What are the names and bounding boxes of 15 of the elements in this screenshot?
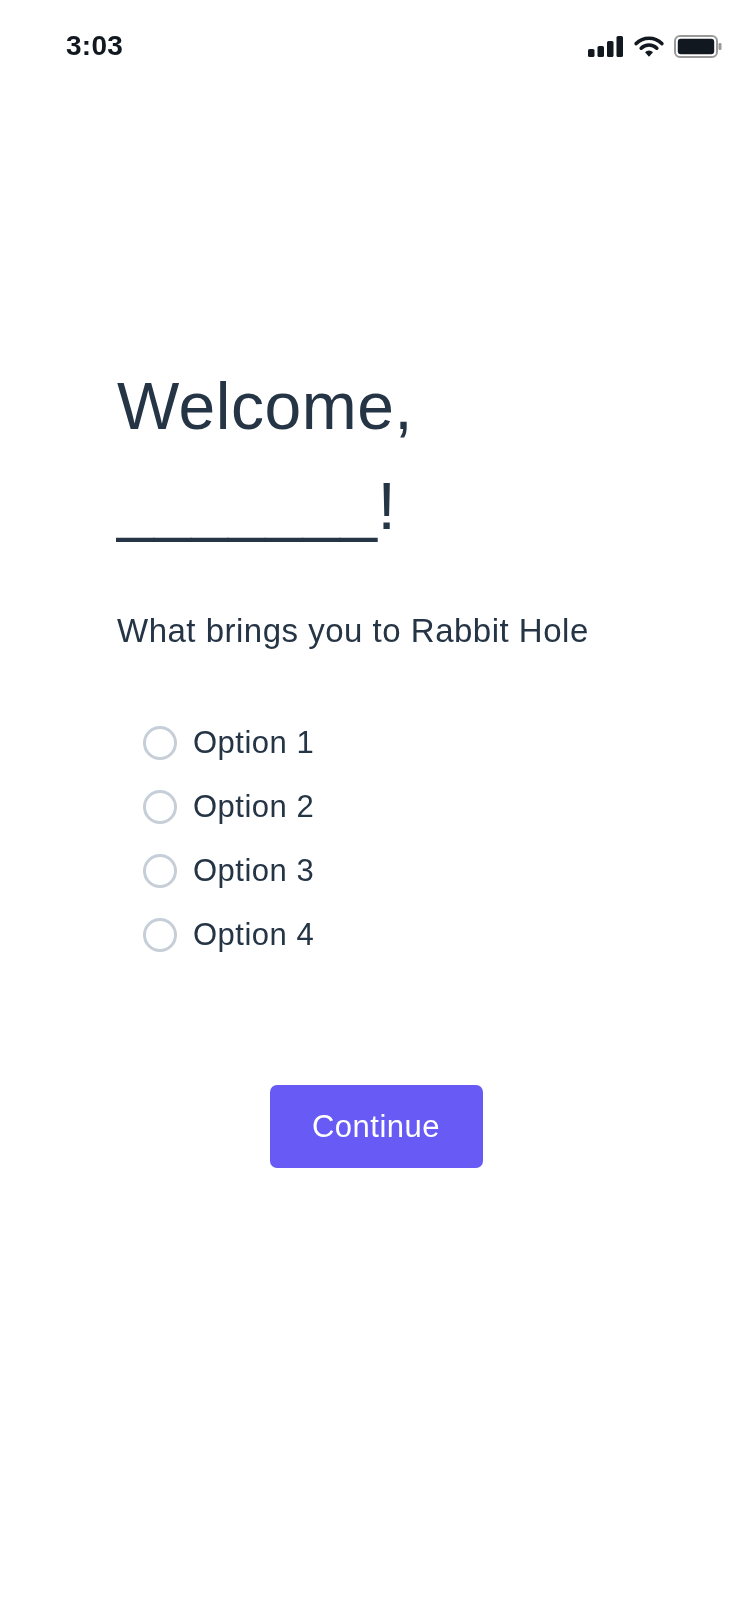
battery-icon <box>674 34 722 58</box>
option-label[interactable]: Option 3 <box>193 851 315 891</box>
radio-button[interactable] <box>143 726 177 760</box>
question-text: What brings you to Rabbit Hole <box>117 611 589 651</box>
status-time: 3:03 <box>66 30 124 62</box>
option-label[interactable]: Option 4 <box>193 915 315 955</box>
radio-button[interactable] <box>143 918 177 952</box>
option-label[interactable]: Option 1 <box>193 723 315 763</box>
option-label[interactable]: Option 2 <box>193 787 315 827</box>
radio-button[interactable] <box>143 790 177 824</box>
radio-button[interactable] <box>143 854 177 888</box>
welcome-heading: Welcome, _______! <box>117 368 415 545</box>
signal-icon <box>588 35 624 57</box>
continue-button[interactable]: Continue <box>269 1085 483 1168</box>
wifi-icon <box>634 35 664 57</box>
